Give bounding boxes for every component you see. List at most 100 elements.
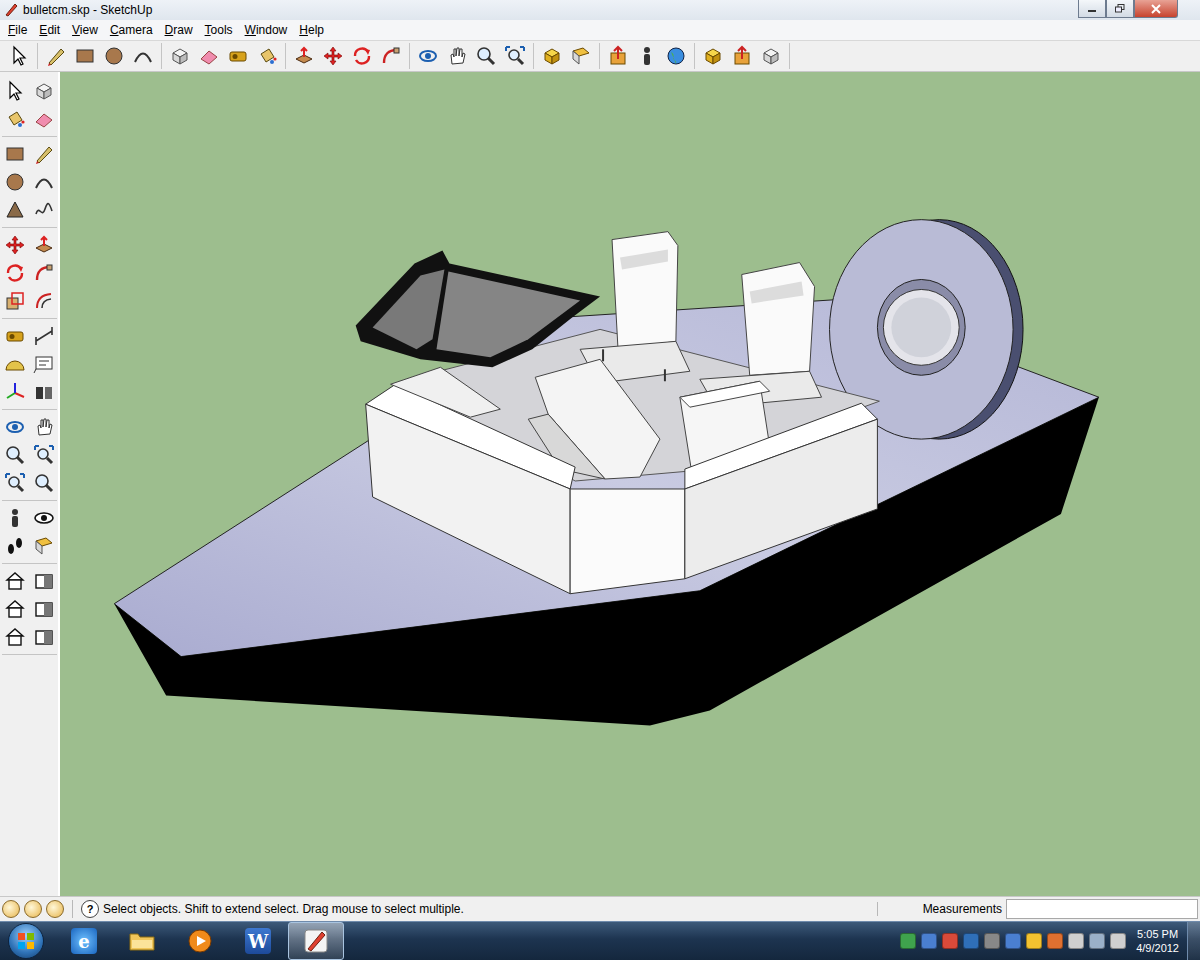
help-badge[interactable]: ? [81,900,99,918]
tray-icon[interactable] [1026,933,1042,949]
measurements-field[interactable] [1006,899,1198,919]
tool-button[interactable] [729,43,755,69]
tool-button[interactable] [2,624,28,650]
tool-button[interactable] [2,351,28,377]
tool-button[interactable] [2,288,28,314]
taskbar-button[interactable]: W [230,922,286,960]
tray-icon[interactable] [963,933,979,949]
tool-button[interactable] [225,43,251,69]
tool-button[interactable] [31,505,57,531]
tool-button[interactable] [2,323,28,349]
tool-button[interactable] [2,232,28,258]
tool-button[interactable] [415,43,441,69]
tool-button[interactable] [31,379,57,405]
tool-button[interactable] [31,596,57,622]
tool-button[interactable] [31,470,57,496]
tool-button[interactable] [130,43,156,69]
menu-item[interactable]: Tools [199,21,239,39]
tray-icon[interactable] [1005,933,1021,949]
tool-button[interactable] [2,78,28,104]
taskbar-button[interactable]: e [56,922,112,960]
tray-icon[interactable] [942,933,958,949]
tray-icon[interactable] [1110,933,1126,949]
tool-button[interactable] [634,43,660,69]
tool-button[interactable] [31,169,57,195]
geo-location-icon[interactable] [2,900,20,918]
tool-button[interactable] [167,43,193,69]
tool-button[interactable] [320,43,346,69]
tool-button[interactable] [2,260,28,286]
tray-icon[interactable] [900,933,916,949]
tray-icon[interactable] [1047,933,1063,949]
close-button[interactable] [1134,0,1178,18]
tool-button[interactable] [31,288,57,314]
tool-button[interactable] [700,43,726,69]
tool-button[interactable] [31,323,57,349]
clock[interactable]: 5:05 PM4/9/2012 [1130,927,1187,955]
credits-icon[interactable] [24,900,42,918]
tool-button[interactable] [2,141,28,167]
tool-button[interactable] [605,43,631,69]
tool-button[interactable] [2,442,28,468]
tool-button[interactable] [2,197,28,223]
tool-button[interactable] [31,414,57,440]
tool-button[interactable] [72,43,98,69]
boat-model-drawing[interactable] [60,72,1200,896]
restore-button[interactable] [1106,0,1134,18]
tool-button[interactable] [663,43,689,69]
tool-button[interactable] [31,568,57,594]
tool-button[interactable] [31,141,57,167]
tool-button[interactable] [254,43,280,69]
tool-button[interactable] [349,43,375,69]
tool-button[interactable] [6,43,32,69]
tool-button[interactable] [2,533,28,559]
taskbar-button[interactable] [114,922,170,960]
tray-icon[interactable] [984,933,1000,949]
tool-button[interactable] [31,197,57,223]
tool-button[interactable] [31,624,57,650]
minimize-button[interactable] [1078,0,1106,18]
tool-button[interactable] [2,414,28,440]
menu-item[interactable]: Window [239,21,294,39]
tool-button[interactable] [2,596,28,622]
tool-button[interactable] [31,232,57,258]
tool-button[interactable] [31,78,57,104]
menu-item[interactable]: Edit [33,21,66,39]
taskbar-button[interactable] [172,922,228,960]
tool-button[interactable] [539,43,565,69]
tool-button[interactable] [43,43,69,69]
menu-item[interactable]: Draw [159,21,199,39]
show-desktop-button[interactable] [1187,922,1200,960]
tool-button[interactable] [2,470,28,496]
tool-button[interactable] [444,43,470,69]
tool-button[interactable] [378,43,404,69]
tool-button[interactable] [31,106,57,132]
user-icon[interactable] [46,900,64,918]
tool-button[interactable] [196,43,222,69]
start-button[interactable] [8,923,44,959]
tray-icon[interactable] [1089,933,1105,949]
menu-item[interactable]: Camera [104,21,159,39]
tray-icon[interactable] [921,933,937,949]
tool-button[interactable] [31,260,57,286]
tool-button[interactable] [31,533,57,559]
menu-item[interactable]: File [2,21,33,39]
tool-button[interactable] [291,43,317,69]
taskbar-button[interactable] [288,922,344,960]
tool-button[interactable] [568,43,594,69]
tool-button[interactable] [2,106,28,132]
tool-button[interactable] [101,43,127,69]
tool-button[interactable] [2,568,28,594]
tool-button[interactable] [473,43,499,69]
tool-button[interactable] [2,505,28,531]
tray-icon[interactable] [1068,933,1084,949]
menu-item[interactable]: Help [293,21,330,39]
tool-button[interactable] [2,169,28,195]
menu-item[interactable]: View [66,21,104,39]
tool-button[interactable] [2,379,28,405]
tool-button[interactable] [31,442,57,468]
tool-button[interactable] [31,351,57,377]
tool-button[interactable] [502,43,528,69]
tool-button[interactable] [758,43,784,69]
drawing-canvas[interactable] [60,72,1200,896]
